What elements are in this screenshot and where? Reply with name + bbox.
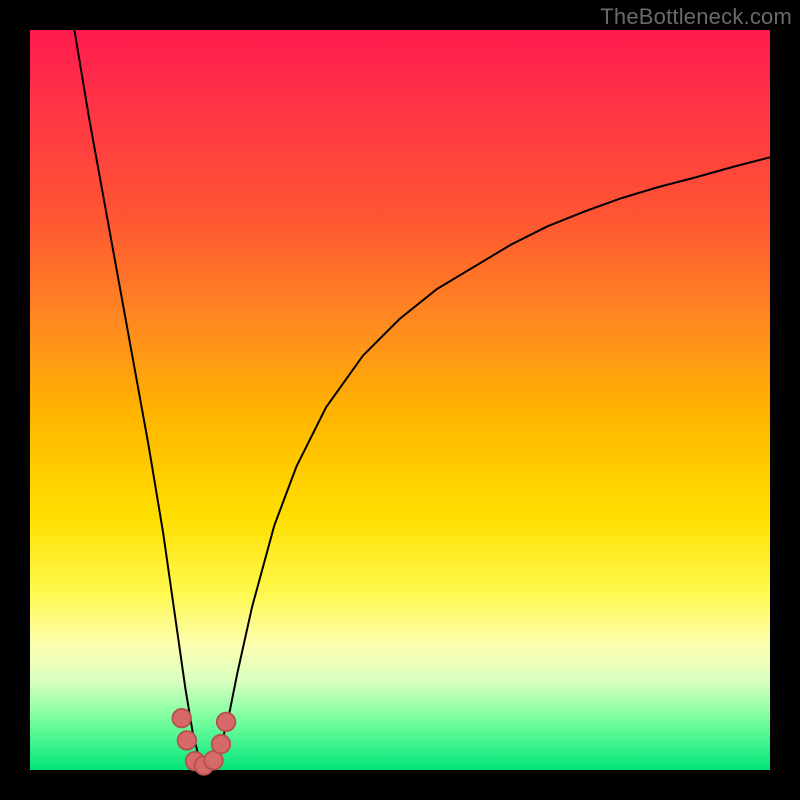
- plot-area: [30, 30, 770, 770]
- curve-line: [74, 30, 770, 766]
- bottleneck-markers: [172, 709, 235, 775]
- curve-path: [74, 30, 770, 766]
- marker-dot: [178, 731, 197, 750]
- watermark-text: TheBottleneck.com: [600, 4, 792, 30]
- chart-frame: TheBottleneck.com: [0, 0, 800, 800]
- marker-dot: [212, 735, 231, 754]
- chart-svg: [30, 30, 770, 770]
- marker-dot: [217, 713, 236, 732]
- marker-dot: [172, 709, 191, 728]
